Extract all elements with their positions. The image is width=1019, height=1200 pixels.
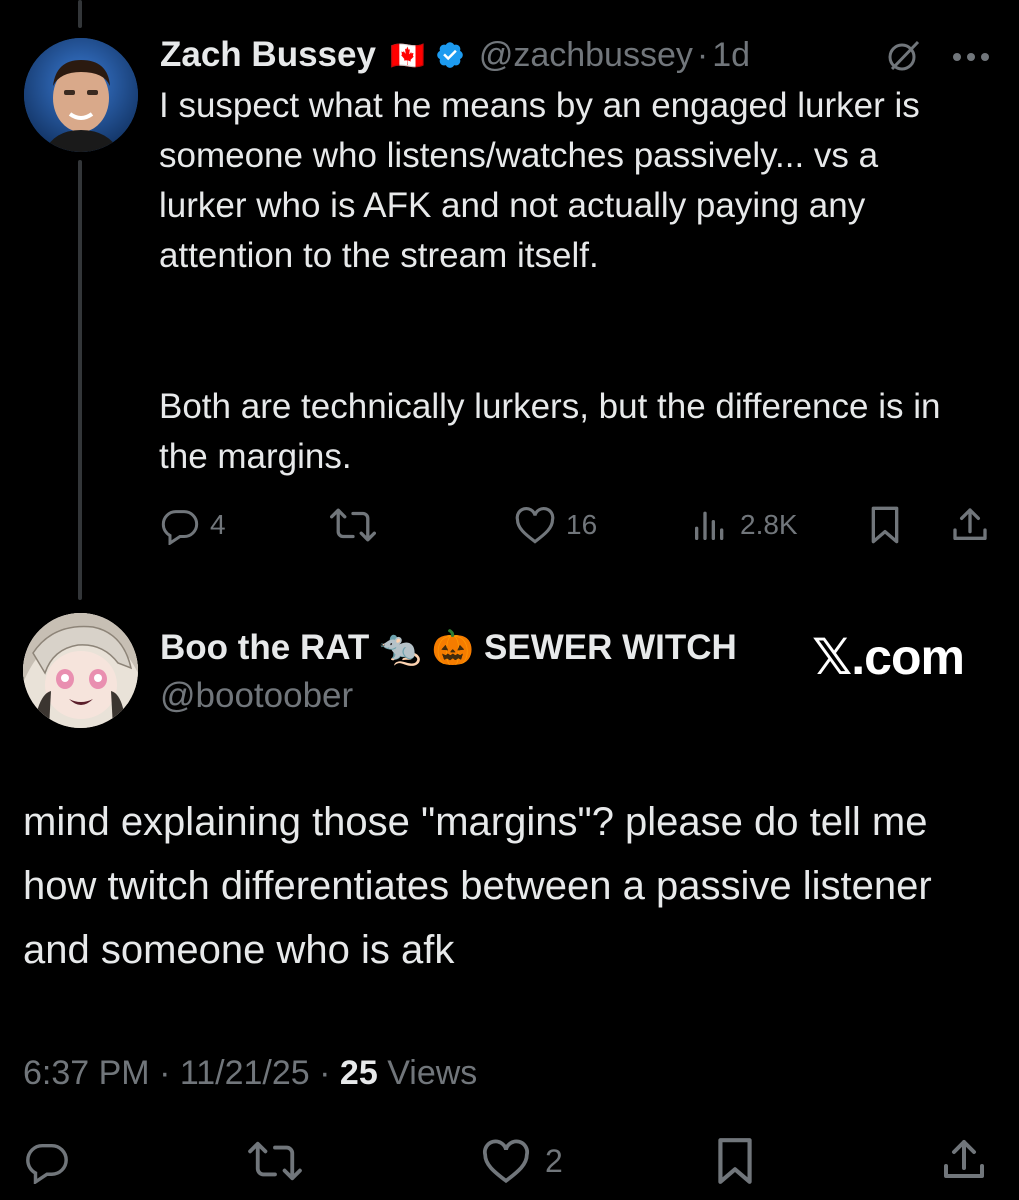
retweet-icon: [330, 508, 376, 542]
avatar-boo-image: [23, 613, 138, 728]
grok-icon[interactable]: [884, 36, 924, 81]
thread-line: [78, 160, 82, 600]
share-icon: [944, 1140, 984, 1178]
reply-button[interactable]: [24, 1138, 70, 1184]
display-name-suffix: SEWER WITCH: [484, 628, 737, 667]
retweet-icon: [248, 1141, 302, 1181]
bookmark-icon: [718, 1138, 752, 1184]
verified-icon: [435, 40, 465, 70]
views-label: Views: [387, 1054, 478, 1092]
like-icon: [515, 506, 555, 544]
parent-tweet-text-2: Both are technically lurkers, but the di…: [159, 387, 951, 476]
parent-tweet-text-1: I suspect what he means by an engaged lu…: [159, 86, 930, 275]
reply-icon: [161, 510, 199, 545]
avatar-zach[interactable]: [24, 38, 138, 152]
avatar-zach-image: [24, 38, 138, 152]
reply-button[interactable]: 4: [160, 505, 226, 545]
bookmark-button[interactable]: [714, 1136, 756, 1186]
main-tweet-text: mind explaining those "margins"? please …: [23, 800, 943, 972]
like-count: 16: [566, 509, 598, 540]
more-icon[interactable]: [951, 50, 991, 68]
share-button[interactable]: [950, 505, 990, 545]
meta-separator: ·: [319, 1054, 331, 1092]
x-watermark: 𝕏.com: [812, 629, 965, 685]
display-name[interactable]: Boo the RAT: [160, 628, 369, 668]
views-count: 25: [339, 1054, 378, 1092]
separator: ·: [696, 35, 709, 74]
bookmark-button[interactable]: [866, 505, 904, 545]
tweet-age[interactable]: 1d: [712, 36, 750, 75]
tweet-time[interactable]: 6:37 PM: [23, 1054, 150, 1092]
handle[interactable]: @bootoober: [160, 673, 353, 719]
avatar-boo[interactable]: [23, 613, 138, 728]
tweet-meta: 6:37 PM · 11/21/25 · 25 Views: [23, 1050, 477, 1096]
like-icon: [482, 1139, 530, 1184]
bookmark-icon: [871, 506, 899, 544]
share-icon: [953, 508, 987, 540]
main-tweet-header: Boo the RAT 🐀 🎃 SEWER WITCH: [160, 625, 737, 671]
like-button[interactable]: 2: [481, 1138, 563, 1184]
share-button[interactable]: [940, 1136, 988, 1184]
views-count: 2.8K: [740, 509, 798, 540]
views-button[interactable]: 2.8K: [690, 505, 798, 545]
pumpkin-emoji: 🎃: [431, 629, 475, 667]
reply-icon: [26, 1143, 68, 1184]
flag-icon: 🇨🇦: [389, 39, 425, 71]
like-count: 2: [545, 1142, 563, 1179]
tweet-date[interactable]: 11/21/25: [180, 1054, 310, 1092]
retweet-button[interactable]: [330, 505, 376, 545]
reply-count: 4: [210, 509, 226, 540]
thread-line-top: [78, 0, 82, 28]
display-name[interactable]: Zach Bussey: [160, 35, 376, 75]
views-icon: [695, 511, 724, 540]
parent-tweet-header: Zach Bussey 🇨🇦 @zachbussey · 1d: [160, 32, 750, 78]
retweet-button[interactable]: [248, 1138, 302, 1184]
like-button[interactable]: 16: [514, 505, 597, 545]
handle[interactable]: @zachbussey: [479, 36, 693, 75]
rat-emoji: 🐀: [379, 629, 422, 667]
meta-separator: ·: [159, 1054, 171, 1092]
